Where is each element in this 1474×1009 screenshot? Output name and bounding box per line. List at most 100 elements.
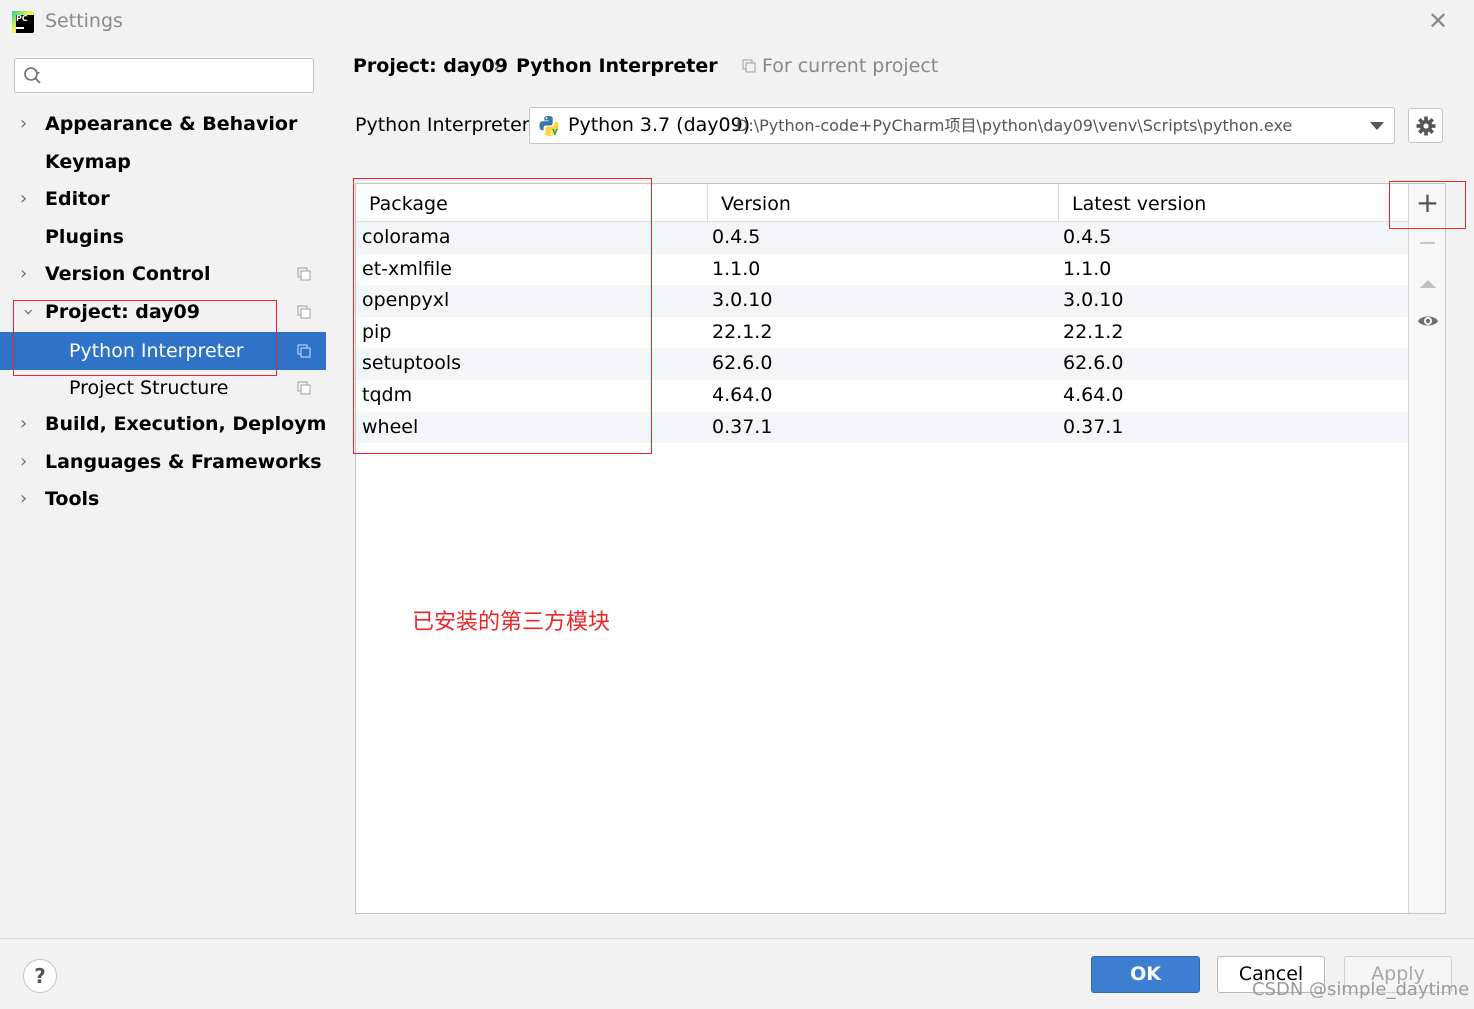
breadcrumb-project: Project: day09 xyxy=(353,55,508,77)
package-name: wheel xyxy=(362,415,419,438)
interpreter-path: D:\Python-code+PyCharm项目\python\day09\ve… xyxy=(736,116,1293,135)
package-latest-version: 22.1.2 xyxy=(1063,320,1124,343)
sidebar-item-label: Build, Execution, Deployment xyxy=(45,413,362,435)
chevron-right-icon[interactable]: › xyxy=(20,180,36,218)
gear-icon xyxy=(1416,116,1436,136)
installed-packages-annotation: 已安装的第三方模块 xyxy=(412,610,611,635)
column-header-version[interactable]: Version xyxy=(707,184,1058,222)
package-version: 22.1.2 xyxy=(712,320,773,343)
watermark: CSDN @simple_daytime xyxy=(1252,979,1470,1000)
scope-text: For current project xyxy=(762,55,939,77)
chevron-right-icon[interactable]: › xyxy=(20,480,36,518)
window-title: Settings xyxy=(45,10,123,32)
table-row[interactable]: openpyxl 3.0.10 3.0.10 xyxy=(356,285,1408,317)
project-scope-icon xyxy=(742,59,756,73)
table-row[interactable]: setuptools 62.6.0 62.6.0 xyxy=(356,348,1408,380)
project-scope-icon xyxy=(297,267,311,281)
sidebar-item-version-control[interactable]: › Version Control xyxy=(0,255,326,293)
sidebar-item-label: Tools xyxy=(45,488,100,510)
table-row[interactable]: wheel 0.37.1 0.37.1 xyxy=(356,411,1408,444)
sidebar-item-tools[interactable]: › Tools xyxy=(0,480,326,518)
package-version: 62.6.0 xyxy=(712,352,773,375)
sidebar-item-languages-frameworks[interactable]: › Languages & Frameworks xyxy=(0,443,326,481)
breadcrumb-separator: › xyxy=(493,55,501,77)
scope-hint: For current project xyxy=(742,55,938,77)
package-latest-version: 1.1.0 xyxy=(1063,257,1112,280)
dialog-footer: ? OK Cancel Apply CSDN @simple_daytime xyxy=(0,938,1474,1009)
sidebar-item-editor[interactable]: › Editor xyxy=(0,180,326,218)
pycharm-logo-icon: PC xyxy=(12,11,34,33)
title-bar: PC Settings ✕ xyxy=(0,0,1474,44)
show-early-releases-button[interactable] xyxy=(1409,302,1446,340)
package-name: setuptools xyxy=(362,352,462,375)
sidebar-item-label: Project Structure xyxy=(69,377,229,399)
search-input[interactable] xyxy=(53,63,303,88)
table-row[interactable]: et-xmlfile 1.1.0 1.1.0 xyxy=(356,254,1408,286)
column-header-package[interactable]: Package xyxy=(356,184,707,222)
sidebar-item-label: Appearance & Behavior xyxy=(45,113,298,135)
packages-toolbar: + xyxy=(1408,184,1445,913)
sidebar-item-label: Project: day09 xyxy=(45,301,200,323)
package-latest-version: 0.4.5 xyxy=(1063,226,1112,248)
sidebar-item-label: Plugins xyxy=(45,226,124,248)
table-row[interactable]: tqdm 4.64.0 4.64.0 xyxy=(356,380,1408,412)
ok-button[interactable]: OK xyxy=(1091,956,1200,993)
sidebar-item-python-interpreter[interactable]: Python Interpreter xyxy=(0,332,326,370)
sidebar-item-label: Version Control xyxy=(45,263,211,285)
settings-content: Project: day09 › Python Interpreter For … xyxy=(326,44,1474,938)
interpreter-settings-button[interactable] xyxy=(1408,108,1443,143)
package-name: tqdm xyxy=(362,383,413,406)
chevron-down-icon[interactable]: › xyxy=(9,304,47,320)
package-version: 3.0.10 xyxy=(712,289,773,312)
chevron-right-icon[interactable]: › xyxy=(20,255,36,293)
interpreter-name: Python 3.7 (day09) xyxy=(568,114,751,136)
package-name: colorama xyxy=(362,226,451,248)
package-version: 4.64.0 xyxy=(712,383,773,406)
page-title: Python Interpreter xyxy=(516,55,718,77)
sidebar-item-label: Keymap xyxy=(45,151,131,173)
chevron-right-icon[interactable]: › xyxy=(20,405,36,443)
table-body: colorama 0.4.5 0.4.5 et-xmlfile 1.1.0 1.… xyxy=(356,222,1408,444)
table-header: Package Version Latest version xyxy=(356,184,1408,222)
column-header-latest-version[interactable]: Latest version xyxy=(1058,184,1408,222)
chevron-right-icon[interactable]: › xyxy=(20,443,36,481)
python-logo-icon xyxy=(539,116,559,137)
packages-table[interactable]: Package Version Latest version colorama … xyxy=(356,184,1408,913)
help-button[interactable]: ? xyxy=(23,959,57,993)
package-latest-version: 62.6.0 xyxy=(1063,352,1124,375)
project-scope-icon xyxy=(297,305,311,319)
sidebar-item-plugins[interactable]: Plugins xyxy=(0,218,326,256)
package-name: pip xyxy=(362,320,392,343)
sidebar-item-appearance-behavior[interactable]: › Appearance & Behavior xyxy=(0,105,326,143)
search-icon xyxy=(24,67,41,84)
project-scope-icon xyxy=(297,381,311,395)
sidebar-item-build-execution-deployment[interactable]: › Build, Execution, Deployment xyxy=(0,405,362,443)
add-package-button[interactable]: + xyxy=(1409,184,1446,222)
sidebar-item-label: Python Interpreter xyxy=(69,340,244,362)
package-latest-version: 4.64.0 xyxy=(1063,383,1124,406)
sidebar-item-project-structure[interactable]: Project Structure xyxy=(0,369,326,407)
project-scope-icon xyxy=(297,344,311,358)
eye-icon xyxy=(1418,316,1438,326)
package-name: et-xmlfile xyxy=(362,257,452,280)
sidebar-item-label: Languages & Frameworks xyxy=(45,451,322,473)
sidebar-item-keymap[interactable]: Keymap xyxy=(0,143,326,181)
sidebar-item-label: Editor xyxy=(45,188,110,210)
interpreter-dropdown[interactable]: Python 3.7 (day09) D:\Python-code+PyChar… xyxy=(529,107,1395,144)
chevron-right-icon[interactable]: › xyxy=(20,105,36,143)
package-name: openpyxl xyxy=(362,289,450,312)
remove-package-button[interactable] xyxy=(1409,224,1446,262)
table-row[interactable]: colorama 0.4.5 0.4.5 xyxy=(356,222,1408,254)
settings-search[interactable] xyxy=(14,58,314,93)
package-latest-version: 3.0.10 xyxy=(1063,289,1124,312)
package-version: 1.1.0 xyxy=(712,257,761,280)
settings-sidebar: › Appearance & Behavior Keymap › Editor … xyxy=(0,44,362,938)
sidebar-item-project-day09[interactable]: › Project: day09 xyxy=(0,293,326,331)
package-version: 0.4.5 xyxy=(712,226,761,248)
package-version: 0.37.1 xyxy=(712,415,773,438)
table-row[interactable]: pip 22.1.2 22.1.2 xyxy=(356,317,1408,349)
package-latest-version: 0.37.1 xyxy=(1063,415,1124,438)
close-icon[interactable]: ✕ xyxy=(1426,9,1450,33)
upgrade-package-button[interactable] xyxy=(1409,264,1446,302)
dropdown-arrow-icon[interactable] xyxy=(1370,122,1384,130)
